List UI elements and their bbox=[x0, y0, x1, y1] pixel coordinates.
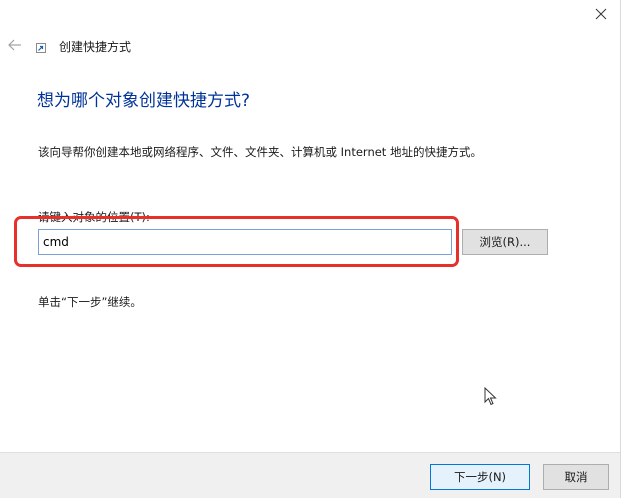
close-icon bbox=[595, 8, 607, 20]
back-arrow-icon bbox=[8, 39, 21, 51]
mouse-pointer-icon bbox=[484, 387, 497, 406]
browse-button[interactable]: 浏览(R)... bbox=[462, 229, 548, 255]
location-input[interactable] bbox=[38, 229, 452, 255]
back-button[interactable] bbox=[6, 36, 24, 54]
cancel-button[interactable]: 取消 bbox=[543, 464, 609, 490]
wizard-footer: 下一步(N) 取消 bbox=[0, 452, 620, 498]
next-button[interactable]: 下一步(N) bbox=[430, 464, 530, 490]
continue-hint: 单击“下一步”继续。 bbox=[38, 295, 142, 309]
shortcut-icon bbox=[36, 43, 46, 53]
wizard-description: 该向导帮你创建本地或网络程序、文件、文件夹、计算机或 Internet 地址的快… bbox=[38, 145, 482, 159]
page-heading: 想为哪个对象创建快捷方式? bbox=[37, 91, 251, 111]
create-shortcut-window: 创建快捷方式 想为哪个对象创建快捷方式? 该向导帮你创建本地或网络程序、文件、文… bbox=[0, 0, 621, 498]
close-button[interactable] bbox=[590, 3, 612, 25]
wizard-title: 创建快捷方式 bbox=[59, 40, 132, 54]
